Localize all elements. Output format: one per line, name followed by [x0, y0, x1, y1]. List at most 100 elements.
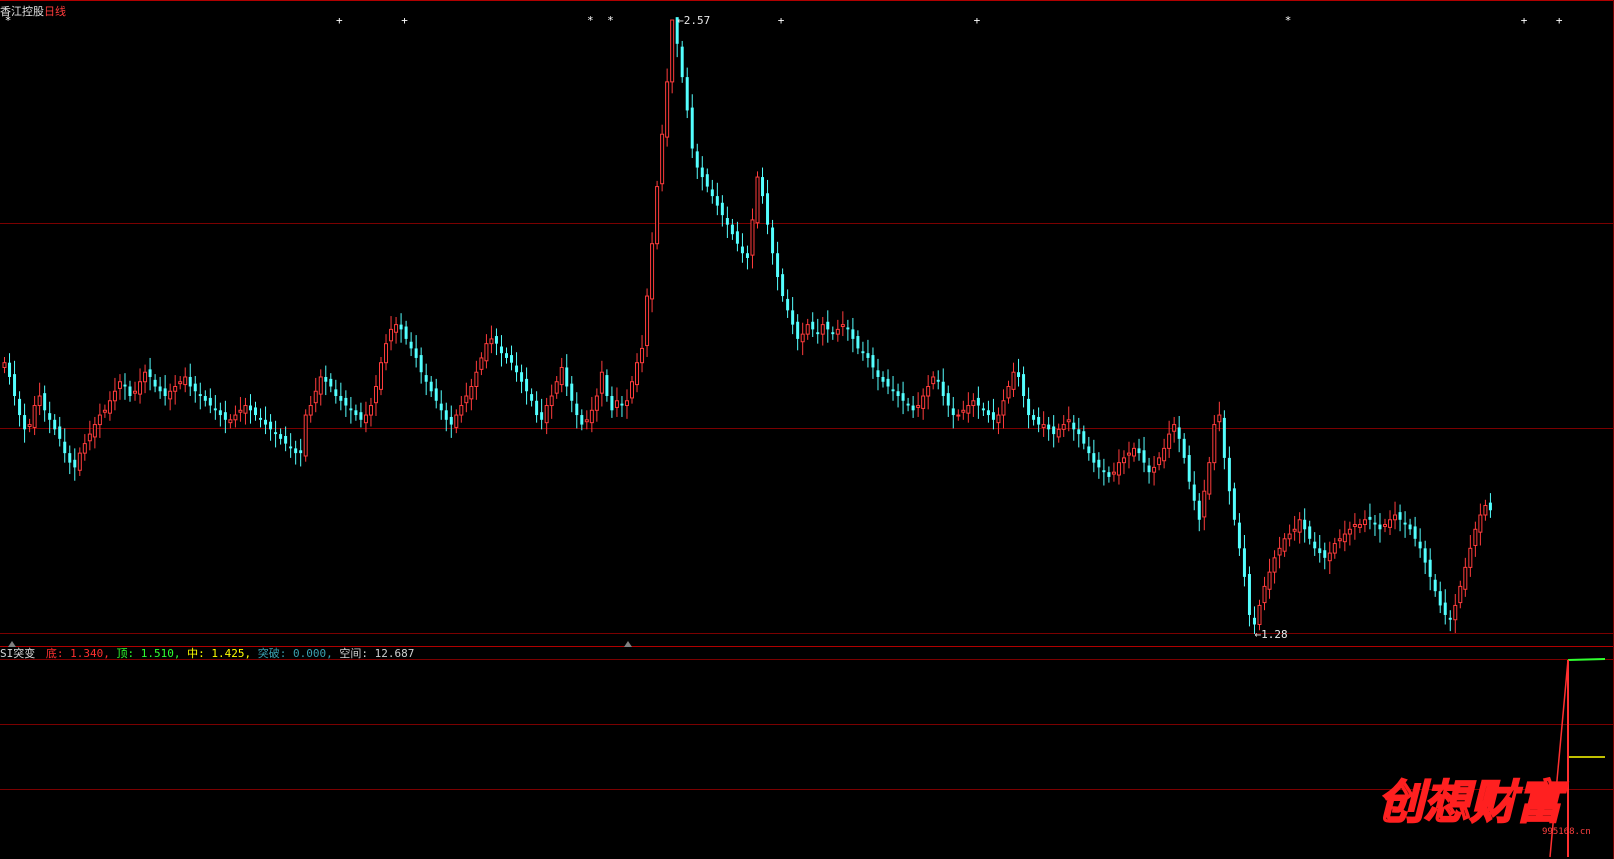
candle-body — [584, 419, 589, 423]
candle — [1207, 456, 1212, 500]
candle — [394, 317, 399, 344]
candle — [530, 388, 534, 407]
candle-body — [906, 403, 910, 406]
candle — [313, 377, 318, 413]
candle-body — [1383, 524, 1387, 527]
candle — [18, 391, 22, 427]
candle — [911, 396, 915, 418]
candle-body — [981, 408, 985, 411]
period-label: 日线 — [44, 4, 66, 18]
candle — [936, 370, 940, 390]
candle — [1001, 389, 1006, 429]
grid-lines — [0, 0, 1614, 859]
candle — [690, 94, 694, 159]
candle — [153, 374, 157, 393]
candle-body — [37, 395, 42, 407]
candle — [976, 386, 980, 419]
candle-body — [248, 405, 252, 411]
candle — [1332, 537, 1337, 559]
candle — [1443, 589, 1447, 625]
candle — [610, 386, 614, 418]
candle — [660, 124, 665, 192]
candle — [439, 390, 443, 420]
candle — [479, 352, 484, 376]
candle — [163, 375, 167, 406]
candle — [559, 357, 564, 393]
candle — [454, 409, 459, 434]
candle-body — [223, 412, 227, 420]
candle-body — [394, 324, 399, 333]
candle-body — [1142, 450, 1146, 463]
candle-body — [1097, 459, 1101, 468]
candle-body — [1207, 462, 1212, 495]
candle-body — [1111, 471, 1116, 475]
candle-body — [48, 413, 52, 420]
candle-body — [63, 441, 67, 454]
candle — [1423, 540, 1427, 575]
candle-body — [680, 46, 684, 78]
low-price-annotation: ←1.28 — [1254, 628, 1287, 641]
indicator-break-value: 0.000 — [293, 647, 326, 660]
candle-body — [1277, 547, 1282, 556]
candle-body — [1121, 457, 1126, 464]
candle-body — [13, 374, 17, 397]
candle — [1318, 534, 1322, 563]
candle — [685, 67, 689, 119]
candle-body — [349, 408, 353, 411]
candle — [956, 409, 961, 421]
candle — [43, 385, 47, 422]
candle-body — [148, 369, 152, 377]
candle — [856, 330, 860, 355]
candle-body — [198, 394, 202, 397]
candle-body — [73, 459, 77, 468]
candle-body — [665, 81, 670, 138]
candle — [906, 397, 910, 412]
candle-body — [1473, 528, 1478, 546]
candle-body — [1468, 547, 1473, 568]
candle-body — [32, 405, 37, 428]
candle-body — [1152, 466, 1157, 473]
candle — [881, 371, 885, 388]
candle — [851, 317, 855, 353]
candle-body — [464, 395, 469, 404]
candle-body — [599, 371, 604, 394]
candle-body — [294, 448, 298, 454]
candle-body — [87, 433, 92, 442]
candle-body — [1323, 550, 1327, 558]
candle — [1247, 566, 1251, 627]
candle — [318, 369, 323, 406]
candle — [951, 396, 955, 429]
candle — [786, 289, 790, 318]
candle — [87, 420, 92, 451]
candle — [1418, 528, 1422, 558]
candle-body — [23, 415, 27, 430]
candle-body — [1132, 447, 1136, 457]
candle — [866, 339, 870, 368]
candle-body — [1262, 585, 1267, 604]
candle — [1337, 529, 1342, 549]
candle — [228, 414, 233, 429]
candle — [1453, 594, 1458, 634]
candle-body — [1347, 528, 1352, 535]
candle — [776, 241, 780, 291]
candle — [1368, 503, 1372, 530]
candle — [58, 416, 62, 447]
candle-body — [1257, 604, 1262, 625]
candle — [248, 394, 252, 424]
candle-body — [1167, 433, 1172, 449]
candle — [434, 378, 438, 409]
candle — [630, 376, 634, 404]
candle-body — [459, 405, 464, 416]
candle — [344, 390, 348, 417]
candle — [13, 360, 17, 406]
candle — [363, 401, 368, 433]
candle — [449, 405, 453, 438]
candle-body — [961, 409, 966, 413]
candle — [494, 328, 498, 356]
candle-body — [303, 414, 308, 457]
candle — [1448, 610, 1452, 632]
candle-body — [1202, 490, 1207, 518]
candle — [264, 406, 268, 435]
candle-body — [1126, 452, 1131, 456]
candle-body — [771, 227, 775, 254]
